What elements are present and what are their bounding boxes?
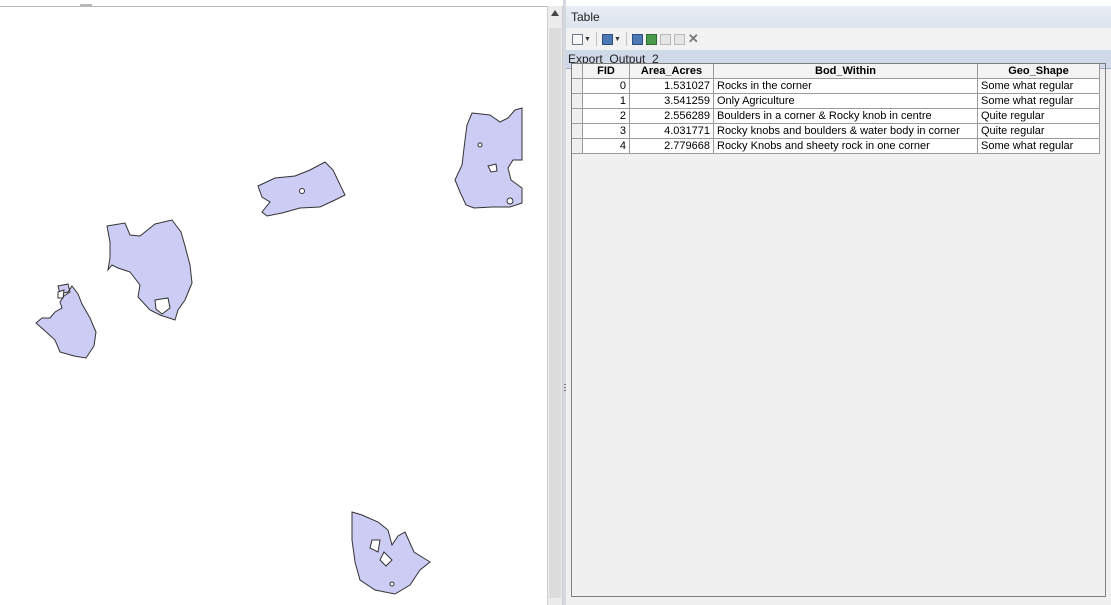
cell-area-acres[interactable]: 3.541259 <box>629 93 714 109</box>
select-by-attributes-icon <box>631 33 643 45</box>
table-row[interactable]: 3 4.031771 Rocky knobs and boulders & wa… <box>571 123 1100 139</box>
cell-fid[interactable]: 4 <box>582 138 630 154</box>
related-tables-icon <box>601 33 613 45</box>
table-toolbar: ▼ ▼ ✕ <box>566 28 1111 50</box>
window-title: Table <box>566 6 1111 28</box>
map-vertical-scrollbar[interactable] <box>547 6 563 605</box>
parcel-polygon[interactable] <box>106 219 193 321</box>
parcel-polygon[interactable] <box>351 511 431 595</box>
row-selector[interactable] <box>571 108 583 124</box>
zoom-to-selected-button[interactable] <box>673 31 685 47</box>
parcel-polygon[interactable] <box>35 283 97 359</box>
cell-area-acres[interactable]: 2.556289 <box>629 108 714 124</box>
cell-fid[interactable]: 1 <box>582 93 630 109</box>
cell-fid[interactable]: 3 <box>582 123 630 139</box>
cell-bod-within[interactable]: Only Agriculture <box>713 93 978 109</box>
row-selector-header[interactable] <box>571 63 583 79</box>
row-selector[interactable] <box>571 78 583 94</box>
select-by-attributes-button[interactable] <box>631 31 643 47</box>
column-header-geo-shape[interactable]: Geo_Shape <box>977 63 1100 79</box>
clear-selection-icon <box>659 33 671 45</box>
cell-bod-within[interactable]: Boulders in a corner & Rocky knob in cen… <box>713 108 978 124</box>
map-view[interactable] <box>0 0 547 605</box>
table-options-button[interactable]: ▼ <box>572 31 591 47</box>
toolbar-separator <box>595 32 597 46</box>
map-canvas[interactable] <box>0 0 547 605</box>
parcel-polygon[interactable] <box>454 107 523 209</box>
column-header-bod-within[interactable]: Bod_Within <box>713 63 978 79</box>
attribute-grid: FID Area_Acres Bod_Within Geo_Shape 0 1.… <box>571 63 1111 154</box>
switch-selection-icon <box>645 33 657 45</box>
row-selector[interactable] <box>571 123 583 139</box>
table-header-row: FID Area_Acres Bod_Within Geo_Shape <box>571 63 1100 79</box>
cell-fid[interactable]: 2 <box>582 108 630 124</box>
cell-area-acres[interactable]: 4.031771 <box>629 123 714 139</box>
table-row[interactable]: 0 1.531027 Rocks in the corner Some what… <box>571 78 1100 94</box>
row-selector[interactable] <box>571 138 583 154</box>
parcel-hole <box>506 197 514 205</box>
cell-bod-within[interactable]: Rocky knobs and boulders & water body in… <box>713 123 978 139</box>
cell-fid[interactable]: 0 <box>582 78 630 94</box>
toolbar-separator <box>625 32 627 46</box>
attribute-table: FID Area_Acres Bod_Within Geo_Shape 0 1.… <box>571 63 1100 154</box>
scroll-up-arrow-icon[interactable] <box>551 10 559 16</box>
table-row[interactable]: 4 2.779668 Rocky Knobs and sheety rock i… <box>571 138 1100 154</box>
scrollbar-thumb[interactable] <box>549 28 561 598</box>
cell-bod-within[interactable]: Rocks in the corner <box>713 78 978 94</box>
parcel-hole <box>477 142 483 148</box>
column-header-area-acres[interactable]: Area_Acres <box>629 63 714 79</box>
cell-area-acres[interactable]: 2.779668 <box>629 138 714 154</box>
cell-bod-within[interactable]: Rocky Knobs and sheety rock in one corne… <box>713 138 978 154</box>
column-header-fid[interactable]: FID <box>582 63 630 79</box>
parcel-hole <box>57 289 65 299</box>
cell-geo-shape[interactable]: Quite regular <box>977 108 1100 124</box>
chevron-down-icon: ▼ <box>613 35 621 43</box>
cell-area-acres[interactable]: 1.531027 <box>629 78 714 94</box>
table-options-icon <box>572 33 583 45</box>
cell-geo-shape[interactable]: Some what regular <box>977 78 1100 94</box>
parcel-hole <box>389 581 395 587</box>
parcel-hole <box>299 188 305 194</box>
related-tables-button[interactable]: ▼ <box>601 31 621 47</box>
cell-geo-shape[interactable]: Some what regular <box>977 138 1100 154</box>
chevron-down-icon: ▼ <box>584 35 591 43</box>
table-row[interactable]: 1 3.541259 Only Agriculture Some what re… <box>571 93 1100 109</box>
table-row[interactable]: 2 2.556289 Boulders in a corner & Rocky … <box>571 108 1100 124</box>
switch-selection-button[interactable] <box>645 31 657 47</box>
cell-geo-shape[interactable]: Quite regular <box>977 123 1100 139</box>
cell-geo-shape[interactable]: Some what regular <box>977 93 1100 109</box>
delete-selected-icon[interactable]: ✕ <box>688 31 699 47</box>
clear-selection-button[interactable] <box>659 31 671 47</box>
row-selector[interactable] <box>571 93 583 109</box>
zoom-to-selected-icon <box>673 33 685 45</box>
